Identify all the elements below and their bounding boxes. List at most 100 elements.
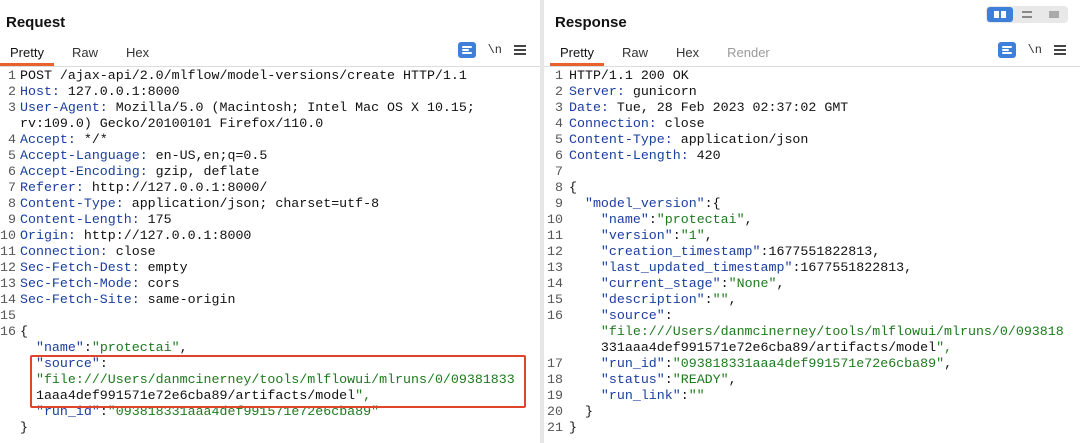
line-number: 4: [8, 132, 16, 147]
line-number: 11: [547, 228, 563, 243]
line-number: 16: [547, 308, 563, 323]
line-text: Content-Type: application/json; charset=…: [20, 196, 380, 211]
line-text: "description":"",: [600, 292, 737, 307]
request-title: Request: [6, 14, 66, 31]
line-number: 13: [547, 260, 563, 275]
line-number: 8: [555, 180, 563, 195]
line-number: 19: [547, 388, 563, 403]
response-title: Response: [555, 14, 627, 31]
response-tabs: Pretty Raw Hex Render: [550, 44, 788, 66]
response-tools: \n: [997, 42, 1066, 58]
request-tab-pretty[interactable]: Pretty: [0, 44, 62, 66]
request-tabs: Pretty Raw Hex: [0, 44, 167, 66]
line-text: Sec-Fetch-Mode: cors: [20, 276, 180, 291]
response-tab-hex[interactable]: Hex: [666, 44, 717, 66]
response-word-wrap-icon[interactable]: [997, 42, 1016, 58]
response-tab-raw[interactable]: Raw: [612, 44, 666, 66]
line-number: 15: [0, 308, 16, 323]
line-number: 16: [0, 324, 16, 339]
line-text: }: [569, 404, 593, 419]
line-text: HTTP/1.1 200 OK: [569, 68, 689, 83]
request-tab-raw[interactable]: Raw: [62, 44, 116, 66]
line-text: Accept-Language: en-US,en;q=0.5: [20, 148, 268, 163]
line-number: 7: [8, 180, 16, 195]
line-number: 12: [547, 244, 563, 259]
line-number: 8: [8, 196, 16, 211]
line-text: "model_version":{: [584, 196, 721, 211]
line-text: }: [20, 420, 28, 435]
single-pane-layout-icon[interactable]: [1041, 7, 1067, 22]
line-number: 21: [547, 420, 563, 435]
request-menu-icon[interactable]: [514, 45, 526, 55]
line-text: User-Agent: Mozilla/5.0 (Macintosh; Inte…: [20, 100, 475, 115]
line-text: Accept: */*: [20, 132, 108, 147]
line-number: 20: [547, 404, 563, 419]
response-tabs-rule: [544, 66, 1080, 67]
response-tab-render[interactable]: Render: [717, 44, 788, 66]
line-text: Server: gunicorn: [569, 84, 697, 99]
line-number: 11: [0, 244, 16, 259]
line-text: Origin: http://127.0.0.1:8000: [20, 228, 252, 243]
line-text: "creation_timestamp":1677551822813,: [600, 244, 881, 259]
response-editor[interactable]: 1 HTTP/1.1 200 OK 2 Server: gunicorn 3 Date: …: [544, 68, 1080, 443]
stacked-layout-icon[interactable]: [1014, 7, 1040, 22]
response-pane: Response Pretty Raw Hex Render \n 1 HTTP/…: [544, 0, 1080, 443]
line-number: 4: [555, 116, 563, 131]
response-tab-pretty[interactable]: Pretty: [550, 44, 612, 66]
line-number: 15: [547, 292, 563, 307]
request-tools: \n: [457, 42, 526, 58]
line-text: "version":"1",: [600, 228, 713, 243]
line-number: 9: [8, 212, 16, 227]
line-text: Sec-Fetch-Site: same-origin: [20, 292, 236, 307]
line-number: 6: [555, 148, 563, 163]
line-text: Content-Length: 420: [569, 148, 721, 163]
side-by-side-layout-icon[interactable]: [987, 7, 1013, 22]
line-text: "last_updated_timestamp":1677551822813,: [600, 260, 913, 275]
line-number: 6: [8, 164, 16, 179]
line-number: 14: [547, 276, 563, 291]
line-number: 5: [555, 132, 563, 147]
line-number: 13: [0, 276, 16, 291]
request-pane: Request Pretty Raw Hex \n 1 POST /ajax-ap…: [0, 0, 540, 443]
line-text: "name":"protectai",: [600, 212, 753, 227]
line-text: "status":"READY",: [600, 372, 737, 387]
line-number: 9: [555, 196, 563, 211]
line-number: 3: [555, 100, 563, 115]
line-text: Content-Type: application/json: [569, 132, 809, 147]
line-number: 2: [8, 84, 16, 99]
line-number: 12: [0, 260, 16, 275]
line-text: "file:///Users/danmcinerney/tools/mlflow…: [600, 324, 1064, 339]
line-number: 17: [547, 356, 563, 371]
request-newline-toggle[interactable]: \n: [488, 43, 502, 57]
line-text: "source":: [600, 308, 673, 323]
line-text: Sec-Fetch-Dest: empty: [20, 260, 188, 275]
request-tab-hex[interactable]: Hex: [116, 44, 167, 66]
line-text: Referer: http://127.0.0.1:8000/: [20, 180, 268, 195]
layout-toggle: [986, 6, 1068, 23]
line-text: POST /ajax-api/2.0/mlflow/model-versions…: [20, 68, 467, 83]
source-highlight-box: [30, 355, 526, 408]
line-text: "run_id":"093818331aaa4def991571e72e6cba…: [600, 356, 953, 371]
line-text: "current_stage":"None",: [600, 276, 785, 291]
line-number: 7: [555, 164, 563, 179]
line-number: 2: [555, 84, 563, 99]
line-number: 1: [555, 68, 563, 83]
response-newline-toggle[interactable]: \n: [1028, 43, 1042, 57]
line-text: Connection: close: [20, 244, 156, 259]
line-number: 10: [0, 228, 16, 243]
line-text: {: [569, 180, 577, 195]
line-number: 1: [8, 68, 16, 83]
line-number: 3: [8, 100, 16, 115]
request-word-wrap-icon[interactable]: [457, 42, 476, 58]
line-text: "run_link":"": [600, 388, 705, 403]
line-text: Content-Length: 175: [20, 212, 172, 227]
line-text: }: [569, 420, 577, 435]
response-menu-icon[interactable]: [1054, 45, 1066, 55]
line-text: 331aaa4def991571e72e6cba89/artifacts/mod…: [569, 340, 953, 355]
request-tabs-rule: [0, 66, 540, 67]
line-text: Connection: close: [569, 116, 705, 131]
line-text: rv:109.0) Gecko/20100101 Firefox/110.0: [20, 116, 324, 131]
line-number: 18: [547, 372, 563, 387]
line-text: Date: Tue, 28 Feb 2023 02:37:02 GMT: [569, 100, 849, 115]
line-text: {: [20, 324, 28, 339]
